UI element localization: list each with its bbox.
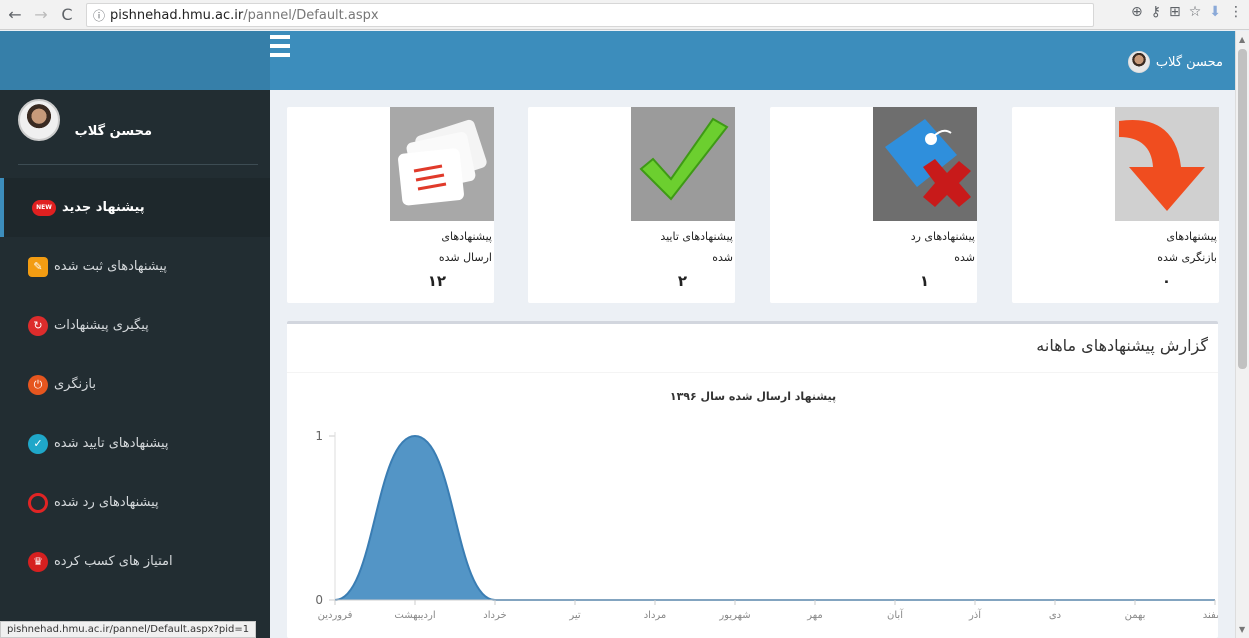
scroll-up-icon[interactable]: ▲ xyxy=(1239,35,1245,44)
status-url: pishnehad.hmu.ac.ir/pannel/Default.aspx?… xyxy=(7,624,250,635)
header-user-menu[interactable]: محسن گلاب xyxy=(1127,51,1223,73)
url-path: /pannel/Default.aspx xyxy=(243,7,379,23)
check-circle-icon: ✓ xyxy=(28,433,48,454)
star-icon[interactable]: ☆ xyxy=(1189,4,1202,20)
sidebar-menu: پیشنهاد جدید NEW پیشنهادهای ثبت شده ✎ پی… xyxy=(0,178,270,591)
x-tick-label: شهریور xyxy=(718,610,750,621)
sidebar-item-label: امتیاز های کسب کرده xyxy=(54,554,173,569)
scroll-down-icon[interactable]: ▼ xyxy=(1239,625,1245,634)
monthly-chart: پیشنهاد ارسال شده سال ۱۳۹۶ 0 1 فروردین اردی… xyxy=(315,390,1218,621)
forward-icon[interactable]: → xyxy=(30,4,52,26)
report-divider xyxy=(287,372,1218,373)
stat-label: پیشنهادهای رد xyxy=(910,230,975,243)
checkmark-icon xyxy=(631,107,735,221)
browser-actions: ⊕ ⚷ ⊞ ☆ ⬇ ⋮ xyxy=(1131,4,1243,20)
sidebar-item-approved[interactable]: پیشنهادهای تایید شده ✓ xyxy=(0,414,270,473)
reload-icon[interactable]: C xyxy=(56,4,78,26)
browser-status-bar: pishnehad.hmu.ac.ir/pannel/Default.aspx?… xyxy=(0,621,257,638)
x-tick-label: مرداد xyxy=(644,610,667,621)
sidebar-divider xyxy=(18,164,258,165)
sidebar-item-label: پیشنهاد جدید xyxy=(62,200,145,215)
stat-reviewed[interactable]: پیشنهادهای بازنگری شده ۰ xyxy=(1012,107,1219,303)
logo-area xyxy=(0,31,270,90)
x-tick-label: اسفند xyxy=(1203,610,1218,621)
power-icon: ⏻ xyxy=(28,374,48,395)
rejected-tag-icon xyxy=(873,107,977,221)
stat-value: ۱ xyxy=(919,272,929,290)
key-icon[interactable]: ⚷ xyxy=(1151,4,1161,20)
stat-label: شده xyxy=(954,251,975,264)
sidebar-item-rejected[interactable]: پیشنهادهای رد شده xyxy=(0,473,270,532)
new-badge-icon: NEW xyxy=(32,199,56,216)
ban-icon xyxy=(28,492,48,513)
x-tick-label: فروردین xyxy=(318,610,353,621)
documents-icon xyxy=(390,107,494,221)
main-content: پیشنهادهای ارسال شده ۱۲ پیشنهادهای تایید… xyxy=(270,90,1235,638)
back-icon[interactable]: ← xyxy=(4,4,26,26)
scrollbar-thumb[interactable] xyxy=(1238,49,1247,369)
page-scrollbar[interactable]: ▲ ▼ xyxy=(1235,31,1249,638)
url-host: pishnehad.hmu.ac.ir xyxy=(110,7,244,23)
x-tick-label: اردیبهشت xyxy=(394,610,435,621)
translate-icon[interactable]: ⊞ xyxy=(1169,4,1181,20)
sidebar-item-review[interactable]: بازنگری ⏻ xyxy=(0,355,270,414)
menu-dots-icon[interactable]: ⋮ xyxy=(1229,4,1243,20)
stat-label: شده xyxy=(712,251,733,264)
sidebar-item-points[interactable]: امتیاز های کسب کرده ♛ xyxy=(0,532,270,591)
sidebar: محسن گلاب پیشنهاد جدید NEW پیشنهادهای ثب… xyxy=(0,90,270,638)
sidebar-item-label: پیشنهادهای تایید شده xyxy=(54,436,169,451)
info-icon[interactable]: ⓘ xyxy=(93,7,105,24)
sidebar-item-label: پیگیری پیشنهادات xyxy=(54,318,149,333)
browser-toolbar: ← → C ⓘ pishnehad.hmu.ac.ir/pannel/Defau… xyxy=(0,0,1249,30)
sidebar-item-registered[interactable]: پیشنهادهای ثبت شده ✎ xyxy=(0,237,270,296)
sidebar-item-tracking[interactable]: پیگیری پیشنهادات ↻ xyxy=(0,296,270,355)
sidebar-user-name: محسن گلاب xyxy=(74,124,152,139)
app-header: محسن گلاب xyxy=(0,31,1249,90)
stat-label: پیشنهادهای xyxy=(1166,230,1217,243)
sidebar-item-label: بازنگری xyxy=(54,377,97,392)
download-icon[interactable]: ⬇ xyxy=(1209,4,1221,20)
edit-note-icon: ✎ xyxy=(28,256,48,277)
x-tick-label: بهمن xyxy=(1125,610,1146,621)
sidebar-avatar xyxy=(18,99,60,141)
stat-label: بازنگری شده xyxy=(1157,251,1217,264)
x-tick-label: تیر xyxy=(568,610,581,621)
x-tick-label: مهر xyxy=(806,610,822,621)
stat-value: ۱۲ xyxy=(427,272,446,290)
stat-value: ۰ xyxy=(1161,272,1171,290)
stat-value: ۲ xyxy=(677,272,687,290)
address-bar[interactable]: ⓘ pishnehad.hmu.ac.ir/pannel/Default.asp… xyxy=(86,3,1094,27)
x-tick-label: خرداد xyxy=(483,610,506,621)
refresh-icon: ↻ xyxy=(28,315,48,336)
chart-area xyxy=(335,436,1215,600)
stat-sent[interactable]: پیشنهادهای ارسال شده ۱۲ xyxy=(287,107,494,303)
x-tick-label: دی xyxy=(1049,610,1061,621)
x-tick-label: آبان xyxy=(887,608,904,621)
report-title: گزارش پیشنهادهای ماهانه xyxy=(1036,336,1208,355)
sidebar-item-new-suggestion[interactable]: پیشنهاد جدید NEW xyxy=(0,178,270,237)
chart-title: پیشنهاد ارسال شده سال ۱۳۹۶ xyxy=(670,390,836,403)
down-arrow-icon xyxy=(1115,107,1219,221)
user-panel: محسن گلاب xyxy=(0,90,270,170)
stat-label: پیشنهادهای تایید xyxy=(660,230,733,243)
trophy-icon: ♛ xyxy=(28,551,48,572)
y-tick-label: 1 xyxy=(315,429,323,443)
y-tick-label: 0 xyxy=(315,593,323,607)
x-tick-label: آذر xyxy=(968,608,982,621)
stat-rejected[interactable]: پیشنهادهای رد شده ۱ xyxy=(770,107,977,303)
stat-approved[interactable]: پیشنهادهای تایید شده ۲ xyxy=(528,107,735,303)
zoom-icon[interactable]: ⊕ xyxy=(1131,4,1143,20)
header-avatar xyxy=(1127,51,1150,73)
stat-label: ارسال شده xyxy=(438,251,492,264)
stat-label: پیشنهادهای xyxy=(441,230,492,243)
monthly-report-box: گزارش پیشنهادهای ماهانه پیشنهاد ارسال شد… xyxy=(287,321,1218,638)
header-user-name: محسن گلاب xyxy=(1155,54,1223,70)
sidebar-item-label: پیشنهادهای رد شده xyxy=(54,495,159,510)
sidebar-item-label: پیشنهادهای ثبت شده xyxy=(54,259,167,274)
sidebar-toggle-icon[interactable] xyxy=(270,35,290,57)
